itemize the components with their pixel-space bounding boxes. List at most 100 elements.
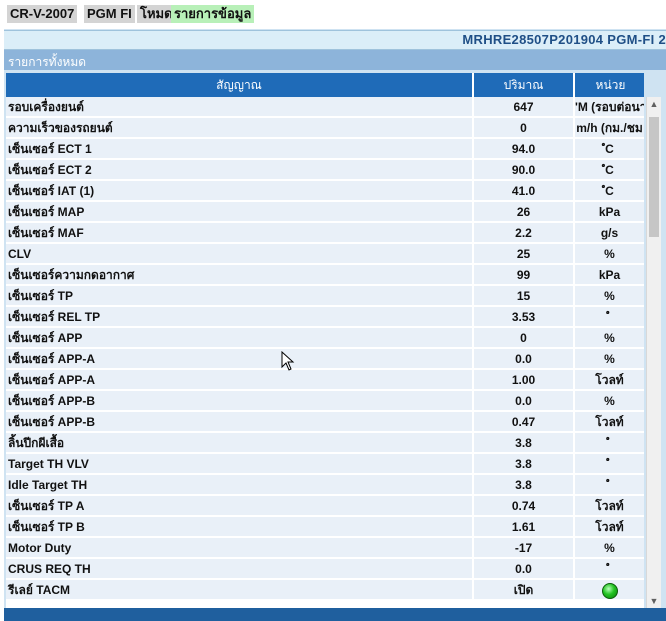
mode-value[interactable]: รายการข้อมูล [171, 5, 255, 23]
table-row[interactable]: Target TH VLV3.8ํ [6, 454, 644, 475]
signal-name: รอบเครื่องยนต์ [6, 97, 472, 117]
table-row[interactable]: Idle Target TH3.8ํ [6, 475, 644, 496]
signal-name: CRUS REQ TH [6, 559, 472, 579]
signal-value: 1.00 [474, 370, 573, 390]
table-row[interactable]: Motor Duty -17% [6, 538, 644, 559]
signal-name: CLV [6, 244, 472, 264]
signal-unit: % [575, 328, 644, 348]
table-row[interactable]: เซ็นเซอร์ MAF 2.2 g/s [6, 223, 644, 244]
signal-name: เซ็นเซอร์ APP-A [6, 370, 472, 390]
column-header-unit[interactable]: หน่วย [575, 73, 644, 97]
section-header: รายการทั้งหมด [4, 50, 666, 70]
signal-unit: ํC [575, 181, 644, 201]
table-row[interactable]: เซ็นเซอร์ APP-A 0.0% [6, 349, 644, 370]
table-row[interactable]: เซ็นเซอร์ ECT 1 94.0ํC [6, 139, 644, 160]
signal-unit: โวลท์ [575, 496, 644, 516]
signal-value: 1.61 [474, 517, 573, 537]
signal-value: 3.8 [474, 454, 573, 474]
signal-unit: ํC [575, 160, 644, 180]
signal-name: เซ็นเซอร์ MAP [6, 202, 472, 222]
signal-unit: โวลท์ [575, 412, 644, 432]
signal-value: 41.0 [474, 181, 573, 201]
signal-value: 3.8 [474, 475, 573, 495]
signal-value: 0.74 [474, 496, 573, 516]
vin-bar: MRHRE28507P201904 PGM-FI 2 [4, 30, 666, 50]
vin-text: MRHRE28507P201904 PGM-FI 2 [462, 32, 666, 47]
scroll-down-arrow-icon[interactable]: ▼ [647, 594, 661, 608]
signal-value: เปิด [474, 580, 573, 600]
signal-value: 15 [474, 286, 573, 306]
signal-unit [575, 580, 644, 600]
data-table: สัญญาณ ปริมาณ หน่วย รอบเครื่องยนต์ 647 'M … [6, 73, 644, 608]
table-row[interactable]: เซ็นเซอร์ MAP 26 kPa [6, 202, 644, 223]
signal-unit: โวลท์ [575, 517, 644, 537]
vertical-scrollbar[interactable]: ▲ ▼ [646, 97, 661, 608]
signal-value: 0 [474, 328, 573, 348]
signal-value: 0.0 [474, 559, 573, 579]
table-row[interactable]: เซ็นเซอร์ TP A 0.74 โวลท์ [6, 496, 644, 517]
signal-name: รีเลย์ TACM [6, 580, 472, 600]
signal-name: ความเร็วของรถยนต์ [6, 118, 472, 138]
table-row[interactable]: รอบเครื่องยนต์ 647 'M (รอบต่อนา [6, 97, 644, 118]
table-row[interactable]: เซ็นเซอร์ REL TP3.53ํ [6, 307, 644, 328]
column-header-value[interactable]: ปริมาณ [474, 73, 575, 97]
table-row[interactable]: เซ็นเซอร์ TP 15% [6, 286, 644, 307]
signal-value: 0.0 [474, 349, 573, 369]
signal-unit: 'M (รอบต่อนา [575, 97, 644, 117]
signal-value: 0 [474, 118, 573, 138]
signal-unit: % [575, 391, 644, 411]
signal-unit: ํ [575, 454, 644, 474]
table-row[interactable]: เซ็นเซอร์ APP-A 1.00 โวลท์ [6, 370, 644, 391]
signal-unit: g/s [575, 223, 644, 243]
signal-value: 90.0 [474, 160, 573, 180]
signal-value: 94.0 [474, 139, 573, 159]
signal-name: เซ็นเซอร์ TP A [6, 496, 472, 516]
scroll-up-arrow-icon[interactable]: ▲ [647, 97, 661, 111]
table-row[interactable]: เซ็นเซอร์ APP-B 0.0% [6, 391, 644, 412]
signal-unit: % [575, 349, 644, 369]
table-row[interactable]: เซ็นเซอร์ความกดอากาศ 99 kPa [6, 265, 644, 286]
signal-unit: ํ [575, 433, 644, 453]
signal-name: Target TH VLV [6, 454, 472, 474]
signal-value: 25 [474, 244, 573, 264]
table-row[interactable]: CRUS REQ TH0.0ํ [6, 559, 644, 580]
signal-name: เซ็นเซอร์ APP-B [6, 412, 472, 432]
table-row[interactable]: เซ็นเซอร์ APP 0% [6, 328, 644, 349]
table-row[interactable]: เซ็นเซอร์ IAT (1) 41.0ํC [6, 181, 644, 202]
signal-unit: kPa [575, 265, 644, 285]
signal-name: เซ็นเซอร์ความกดอากาศ [6, 265, 472, 285]
table-row[interactable]: รีเลย์ TACM เปิด [6, 580, 644, 601]
signal-value: 0.0 [474, 391, 573, 411]
signal-unit: % [575, 286, 644, 306]
signal-name: เซ็นเซอร์ IAT (1) [6, 181, 472, 201]
system-tag: PGM FI [84, 5, 135, 23]
signal-unit: โวลท์ [575, 370, 644, 390]
signal-name: เซ็นเซอร์ APP-A [6, 349, 472, 369]
signal-value: -17 [474, 538, 573, 558]
signal-value: 3.53 [474, 307, 573, 327]
signal-name: เซ็นเซอร์ ECT 1 [6, 139, 472, 159]
signal-unit: ํ [575, 475, 644, 495]
signal-value: 26 [474, 202, 573, 222]
signal-value: 3.8 [474, 433, 573, 453]
signal-unit: ํ [575, 559, 644, 579]
signal-value: 99 [474, 265, 573, 285]
mouse-cursor-icon [281, 351, 295, 371]
column-header-signal[interactable]: สัญญาณ [6, 73, 474, 97]
scrollbar-thumb[interactable] [649, 117, 659, 237]
table-row[interactable]: เซ็นเซอร์ APP-B 0.47 โวลท์ [6, 412, 644, 433]
table-row[interactable]: CLV 25% [6, 244, 644, 265]
table-row[interactable]: ความเร็วของรถยนต์ 0 m/h (กม./ชม [6, 118, 644, 139]
signal-name: เซ็นเซอร์ TP B [6, 517, 472, 537]
section-title: รายการทั้งหมด [8, 55, 87, 69]
table-row[interactable]: เซ็นเซอร์ ECT 2 90.0ํC [6, 160, 644, 181]
signal-name: เซ็นเซอร์ APP [6, 328, 472, 348]
table-row[interactable]: เซ็นเซอร์ TP B 1.61 โวลท์ [6, 517, 644, 538]
signal-unit: % [575, 538, 644, 558]
signal-name: ลิ้นปีกผีเสื้อ [6, 433, 472, 453]
signal-unit: kPa [575, 202, 644, 222]
signal-name: เซ็นเซอร์ ECT 2 [6, 160, 472, 180]
signal-name: เซ็นเซอร์ MAF [6, 223, 472, 243]
table-row[interactable]: ลิ้นปีกผีเสื้อ3.8ํ [6, 433, 644, 454]
signal-name: เซ็นเซอร์ APP-B [6, 391, 472, 411]
